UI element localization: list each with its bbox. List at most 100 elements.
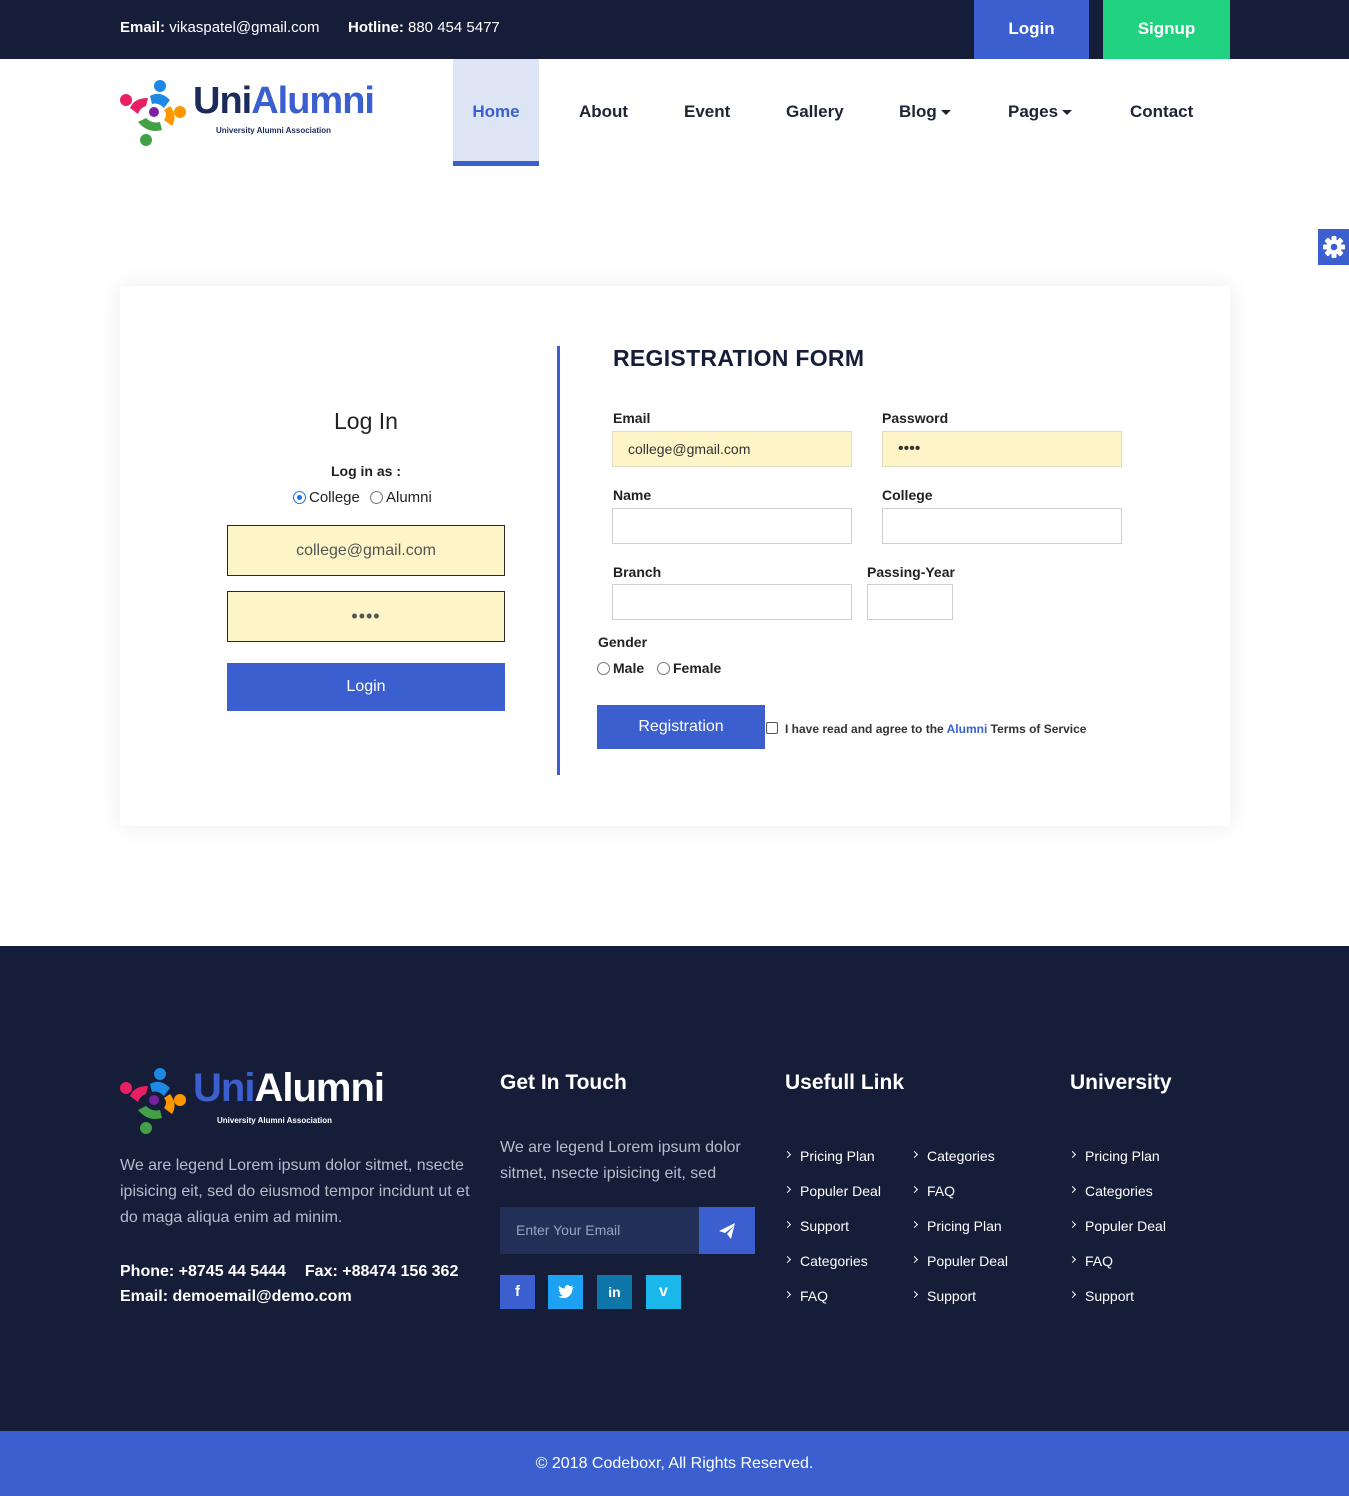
- reg-branch-input[interactable]: [612, 584, 852, 620]
- footer-link[interactable]: Support: [1068, 1278, 1166, 1313]
- terms-alumni-link[interactable]: Alumni: [947, 722, 988, 736]
- logo-wordmark: UniAlumni: [193, 80, 375, 123]
- reg-password-input[interactable]: ••••: [882, 431, 1122, 467]
- registration-title: REGISTRATION FORM: [613, 345, 865, 371]
- gender-female-option[interactable]: Female: [657, 660, 721, 676]
- gender-male-option[interactable]: Male: [597, 660, 644, 676]
- gear-icon: [1323, 236, 1345, 258]
- nav-event-label: Event: [684, 102, 731, 121]
- facebook-button[interactable]: f: [500, 1275, 535, 1309]
- terms-suffix: Terms of Service: [990, 722, 1087, 736]
- linkedin-icon: in: [608, 1284, 621, 1300]
- footer-fax: Fax: +88474 156 362: [304, 1263, 459, 1280]
- newsletter-send-button[interactable]: [699, 1207, 755, 1254]
- topbar-email: Email: vikaspatel@gmail.com: [120, 19, 319, 36]
- login-as-alumni-option[interactable]: Alumni: [370, 489, 432, 506]
- login-email-input[interactable]: college@gmail.com: [227, 525, 505, 576]
- footer-phone-fax: Phone: +8745 44 5444 Fax: +88474 156 362: [120, 1263, 458, 1281]
- footer-useful-link-heading: Usefull Link: [785, 1071, 905, 1094]
- radio-alumni-label: Alumni: [386, 489, 432, 506]
- chevron-right-icon: [783, 1220, 792, 1229]
- radio-alumni[interactable]: [370, 491, 383, 504]
- auth-card: Log In Log in as : College Alumni colleg…: [120, 286, 1230, 826]
- chevron-right-icon: [910, 1220, 919, 1229]
- footer-logo[interactable]: UniAlumni University Alumni Association: [120, 1066, 385, 1136]
- settings-toggle[interactable]: [1318, 229, 1349, 265]
- nav-home-label: Home: [472, 102, 520, 121]
- reg-passing-year-label: Passing-Year: [867, 564, 955, 580]
- paper-plane-icon: [719, 1223, 735, 1239]
- terms-checkbox[interactable]: [766, 722, 778, 734]
- footer-link-label: FAQ: [927, 1182, 956, 1199]
- top-login-button[interactable]: Login: [974, 0, 1089, 59]
- chevron-right-icon: [910, 1290, 919, 1299]
- footer-link[interactable]: Populer Deal: [1068, 1208, 1166, 1243]
- reg-name-label: Name: [613, 487, 652, 503]
- footer-link-label: Populer Deal: [1085, 1217, 1166, 1234]
- footer-link[interactable]: Categories: [1068, 1173, 1166, 1208]
- reg-passing-year-input[interactable]: [867, 584, 953, 620]
- top-bar: Email: vikaspatel@gmail.com Hotline: 880…: [0, 0, 1349, 59]
- chevron-right-icon: [783, 1290, 792, 1299]
- topbar-hotline-value[interactable]: 880 454 5477: [408, 19, 500, 36]
- chevron-right-icon: [910, 1150, 919, 1159]
- topbar-email-value[interactable]: vikaspatel@gmail.com: [169, 19, 319, 36]
- people-circle-logo-icon: [120, 80, 186, 146]
- topbar-hotline: Hotline: 880 454 5477: [348, 19, 500, 36]
- nav-item-gallery[interactable]: Gallery: [786, 59, 844, 166]
- footer-link[interactable]: Pricing Plan: [1068, 1138, 1166, 1173]
- footer-link[interactable]: FAQ: [783, 1278, 881, 1313]
- logo-uni-text: Uni: [193, 80, 252, 122]
- site-footer: UniAlumni University Alumni Association …: [0, 946, 1349, 1431]
- footer-link[interactable]: Pricing Plan: [783, 1138, 881, 1173]
- footer-link[interactable]: FAQ: [910, 1173, 1008, 1208]
- useful-links-col2: Categories FAQ Pricing Plan Populer Deal…: [910, 1138, 1008, 1313]
- footer-link[interactable]: Support: [910, 1278, 1008, 1313]
- nav-item-pages[interactable]: Pages: [1008, 59, 1073, 166]
- radio-male[interactable]: [597, 661, 610, 675]
- footer-link[interactable]: Pricing Plan: [910, 1208, 1008, 1243]
- linkedin-button[interactable]: in: [597, 1275, 632, 1309]
- reg-email-label: Email: [613, 410, 651, 426]
- nav-item-event[interactable]: Event: [684, 59, 730, 166]
- twitter-button[interactable]: [548, 1275, 583, 1309]
- footer-logo-uni-text: Uni: [193, 1066, 255, 1110]
- footer-link[interactable]: Categories: [783, 1243, 881, 1278]
- login-title: Log In: [334, 408, 398, 434]
- footer-link[interactable]: Categories: [910, 1138, 1008, 1173]
- footer-link[interactable]: Support: [783, 1208, 881, 1243]
- footer-link[interactable]: Populer Deal: [910, 1243, 1008, 1278]
- vimeo-button[interactable]: v: [646, 1275, 681, 1309]
- nav-item-contact[interactable]: Contact: [1130, 59, 1193, 166]
- useful-links-col1: Pricing Plan Populer Deal Support Catego…: [783, 1138, 881, 1313]
- radio-female[interactable]: [657, 661, 670, 675]
- login-submit-button[interactable]: Login: [227, 663, 505, 711]
- footer-link-label: Categories: [927, 1147, 995, 1164]
- registration-submit-button[interactable]: Registration: [597, 705, 765, 749]
- reg-name-input[interactable]: [612, 508, 852, 544]
- login-as-college-option[interactable]: College: [293, 489, 360, 506]
- chevron-right-icon: [783, 1255, 792, 1264]
- footer-get-in-touch-heading: Get In Touch: [500, 1071, 627, 1094]
- reg-email-input[interactable]: college@gmail.com: [612, 431, 852, 467]
- radio-female-label: Female: [673, 660, 722, 676]
- nav-item-home[interactable]: Home: [453, 59, 539, 166]
- footer-link[interactable]: Populer Deal: [783, 1173, 881, 1208]
- terms-text: I have read and agree to the Alumni Term…: [785, 722, 1086, 736]
- radio-college[interactable]: [293, 491, 306, 504]
- copyright-bar: © 2018 Codeboxr, All Rights Reserved.: [0, 1431, 1349, 1496]
- radio-college-label: College: [309, 489, 360, 506]
- footer-link-label: Support: [1085, 1287, 1135, 1304]
- top-signup-button[interactable]: Signup: [1103, 0, 1230, 59]
- nav-item-about[interactable]: About: [579, 59, 628, 166]
- vimeo-icon: v: [659, 1283, 668, 1300]
- footer-link[interactable]: FAQ: [1068, 1243, 1166, 1278]
- caret-down-icon: [1062, 110, 1073, 116]
- reg-college-input[interactable]: [882, 508, 1122, 544]
- newsletter-email-input[interactable]: Enter Your Email: [500, 1207, 699, 1254]
- site-logo[interactable]: UniAlumni University Alumni Association: [120, 78, 375, 148]
- nav-about-label: About: [579, 102, 629, 121]
- nav-pages-label: Pages: [1008, 102, 1059, 121]
- nav-item-blog[interactable]: Blog: [899, 59, 951, 166]
- login-password-input[interactable]: ••••: [227, 591, 505, 642]
